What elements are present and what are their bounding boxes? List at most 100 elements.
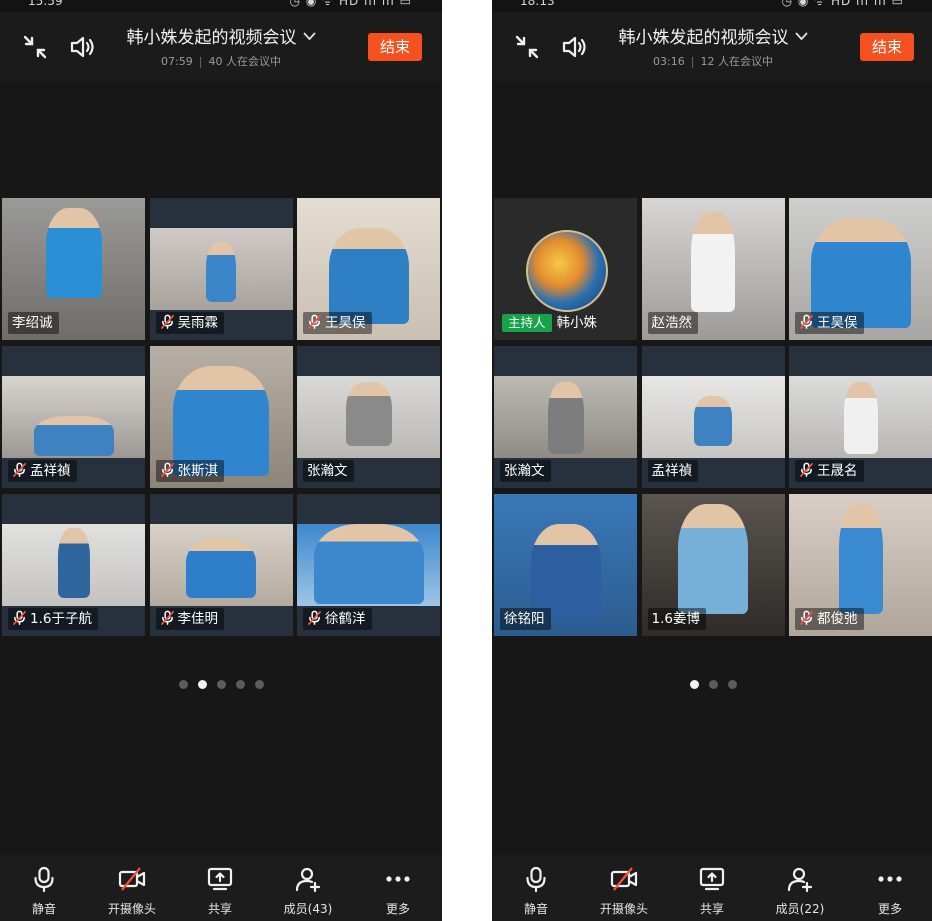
page-dot[interactable] [254,680,264,689]
microphone-muted-icon [307,314,322,329]
participant-name-tag: 王昊俣 [303,312,372,334]
end-meeting-button[interactable]: 结束 [860,33,914,61]
participant-name: 李佳明 [177,611,219,627]
share-button[interactable]: 共享 [668,865,756,917]
participant-name: 张瀚文 [504,463,545,479]
participant-tile[interactable]: 主持人 韩小姝 [494,198,637,340]
minimize-icon[interactable] [512,32,542,62]
participant-video [494,376,637,458]
participant-figure [57,528,90,598]
status-time: 18:13 [520,0,555,8]
meeting-subtitle: 07:59 | 40 人在会议中 [110,54,332,70]
page-dot[interactable] [727,680,737,689]
meeting-header: 韩小姝发起的视频会议 03:16 | 12 人在会议中 结束 [492,12,932,82]
camera-button[interactable]: 开摄像头 [88,865,176,917]
participant-tile[interactable]: 徐鹤洋 [297,494,440,636]
mute-label: 静音 [523,902,548,916]
participant-tile[interactable]: 孟祥禎 [2,346,145,488]
participant-tile[interactable]: 李佳明 [149,494,293,636]
participant-figure [206,242,236,302]
participant-tile[interactable]: 孟祥禎 [641,346,785,488]
page-dot[interactable] [197,680,207,689]
camera-label: 开摄像头 [107,902,156,916]
participant-tile[interactable]: 赵浩然 [641,198,785,340]
members-button[interactable]: 成员(43) [264,865,352,917]
page-dot[interactable] [216,680,226,689]
participant-tile[interactable]: 王昊俣 [789,198,932,340]
status-indicators: ◷ ◉ ᯤ HD ıll ıll ▭ [289,0,412,8]
microphone-muted-icon [12,462,27,477]
participant-name-tag: 孟祥禎 [647,460,698,482]
microphone-icon [526,866,546,893]
chevron-down-icon [794,24,808,48]
meeting-toolbar: 静音 开摄像头 共享 成员(43) 更多 [0,855,442,921]
microphone-muted-icon [12,610,27,625]
participant-name-tag: 孟祥禎 [8,460,77,482]
meeting-title-block[interactable]: 韩小姝发起的视频会议 07:59 | 40 人在会议中 [110,24,332,70]
meeting-title-row[interactable]: 韩小姝发起的视频会议 [110,24,332,50]
participant-tile[interactable]: 徐铭阳 [494,494,637,636]
page-indicator[interactable] [492,674,932,689]
participant-tile[interactable]: 吴雨霖 [149,198,293,340]
meeting-title: 韩小姝发起的视频会议 [618,28,789,48]
divider: | [690,55,695,68]
more-button[interactable]: 更多 [846,865,932,917]
share-button[interactable]: 共享 [176,865,264,917]
speaker-icon[interactable] [560,32,590,62]
microphone-muted-icon [307,610,322,625]
meeting-elapsed: 03:16 [653,55,685,68]
participant-tile[interactable]: 王昊俣 [297,198,440,340]
meeting-title-block[interactable]: 韩小姝发起的视频会议 03:16 | 12 人在会议中 [602,24,824,70]
video-grid: 主持人 韩小姝 赵浩然 王昊俣张瀚文 孟祥禎 王晟名徐铭阳 1.6姜博 都俊弛 [494,198,932,638]
participant-video [2,376,145,458]
participant-name-tag: 张瀚文 [500,460,551,482]
participant-name-tag: 徐铭阳 [500,608,551,630]
participant-tile[interactable]: 都俊弛 [789,494,932,636]
divider: | [198,55,203,68]
mute-button[interactable]: 静音 [492,865,580,917]
share-screen-icon [699,867,725,891]
page-dot[interactable] [689,680,699,689]
participant-video [149,524,293,606]
more-button[interactable]: 更多 [354,865,442,917]
participant-tile[interactable]: 王晟名 [789,346,932,488]
participant-tile[interactable]: 张瀚文 [297,346,440,488]
status-time: 15:59 [28,0,63,8]
participant-tile[interactable]: 1.6姜博 [641,494,785,636]
mute-button[interactable]: 静音 [0,865,88,917]
add-member-icon [787,867,813,893]
minimize-icon[interactable] [20,32,50,62]
participant-name: 张瀚文 [307,463,348,479]
participant-tile[interactable]: 张斯淇 [149,346,293,488]
participant-name: 赵浩然 [651,315,693,331]
more-label: 更多 [877,902,902,916]
participant-tile[interactable]: 张瀚文 [494,346,637,488]
meeting-screen-2: 18:13 ◷ ◉ ᯤ HD ıll ıll ▭ 韩小姝发起的视频会议 03:1… [492,0,932,921]
meeting-header: 韩小姝发起的视频会议 07:59 | 40 人在会议中 结束 [0,12,442,82]
more-dots-icon [878,876,902,882]
participant-name: 徐鹤洋 [325,611,366,627]
page-dot[interactable] [178,680,188,689]
page-indicator[interactable] [0,674,442,689]
camera-button[interactable]: 开摄像头 [580,865,668,917]
meeting-title-row[interactable]: 韩小姝发起的视频会议 [602,24,824,50]
speaker-icon[interactable] [68,32,98,62]
participant-name: 韩小姝 [556,315,598,331]
participant-count: 12 人在会议中 [700,55,773,68]
microphone-icon [34,866,54,893]
page-dot[interactable] [235,680,245,689]
end-meeting-button[interactable]: 结束 [368,33,422,61]
participant-figure [678,504,748,614]
participant-tile[interactable]: 李绍诚 [2,198,145,340]
participant-name-tag: 徐鹤洋 [303,608,372,630]
participant-name-tag: 王晟名 [795,460,864,482]
participant-tile[interactable]: 1.6于子航 [2,494,145,636]
host-badge: 主持人 [502,314,552,332]
participant-name-tag: 李绍诚 [8,312,59,334]
participant-name-tag: 李佳明 [155,608,224,630]
participant-name-tag: 主持人 韩小姝 [500,312,603,334]
participant-name: 徐铭阳 [504,611,545,627]
members-button[interactable]: 成员(22) [756,865,844,917]
page-dot[interactable] [708,680,718,689]
camera-off-icon [610,867,638,891]
